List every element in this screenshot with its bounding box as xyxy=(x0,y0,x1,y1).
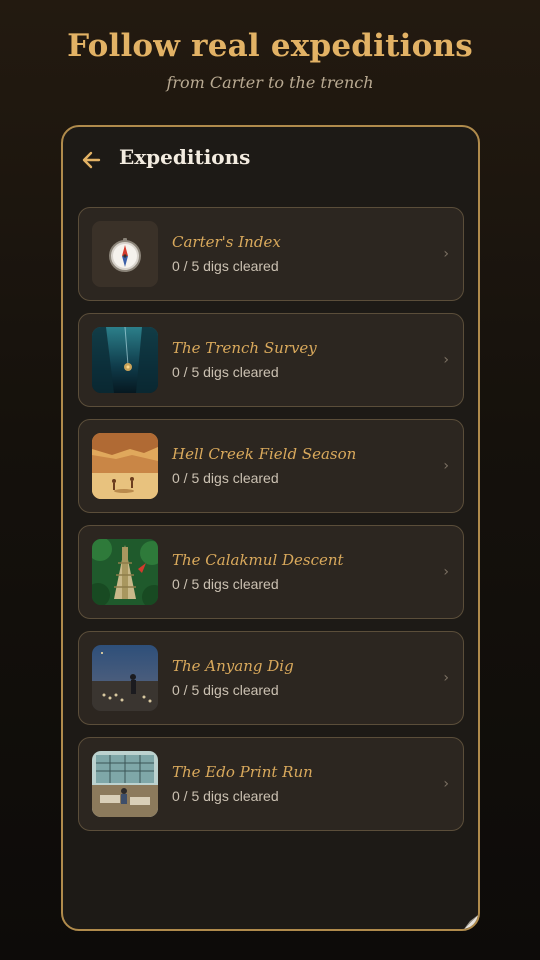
expedition-title: The Trench Survey xyxy=(172,339,317,357)
page-curl-icon xyxy=(464,915,478,929)
compass-icon xyxy=(92,221,158,287)
night-dig-image xyxy=(92,645,158,711)
page-title: Expeditions xyxy=(119,145,251,169)
expedition-progress: 0 / 5 digs cleared xyxy=(172,470,279,486)
chevron-right-icon: › xyxy=(443,776,449,792)
expedition-progress: 0 / 5 digs cleared xyxy=(172,576,279,592)
expedition-card-trench-survey[interactable]: The Trench Survey 0 / 5 digs cleared › xyxy=(78,313,464,407)
chevron-right-icon: › xyxy=(443,458,449,474)
expedition-title: The Edo Print Run xyxy=(172,763,313,781)
chevron-right-icon: › xyxy=(443,352,449,368)
expedition-title: The Anyang Dig xyxy=(172,657,294,675)
expedition-thumbnail xyxy=(92,751,158,817)
expedition-card-calakmul-descent[interactable]: The Calakmul Descent 0 / 5 digs cleared … xyxy=(78,525,464,619)
chevron-right-icon: › xyxy=(443,670,449,686)
badlands-dig-image xyxy=(92,433,158,499)
expedition-card-anyang-dig[interactable]: The Anyang Dig 0 / 5 digs cleared › xyxy=(78,631,464,725)
expedition-progress: 0 / 5 digs cleared xyxy=(172,788,279,804)
expedition-thumbnail xyxy=(92,221,158,287)
expedition-thumbnail xyxy=(92,645,158,711)
chevron-right-icon: › xyxy=(443,246,449,262)
jungle-pyramid-image xyxy=(92,539,158,605)
expedition-progress: 0 / 5 digs cleared xyxy=(172,364,279,380)
expedition-list: Carter's Index 0 / 5 digs cleared › The … xyxy=(78,207,464,843)
expedition-progress: 0 / 5 digs cleared xyxy=(172,258,279,274)
expedition-title: Carter's Index xyxy=(172,233,281,251)
hero-title: Follow real expeditions xyxy=(67,28,473,64)
expedition-thumbnail xyxy=(92,433,158,499)
arrow-left-icon xyxy=(82,151,101,169)
expedition-card-edo-print-run[interactable]: The Edo Print Run 0 / 5 digs cleared › xyxy=(78,737,464,831)
expedition-thumbnail xyxy=(92,539,158,605)
expedition-card-hell-creek[interactable]: Hell Creek Field Season 0 / 5 digs clear… xyxy=(78,419,464,513)
phone-frame: Expeditions Carter's Index 0 / 5 digs cl… xyxy=(61,125,480,931)
chevron-right-icon: › xyxy=(443,564,449,580)
hero-subtitle: from Carter to the trench xyxy=(166,73,374,92)
expedition-title: The Calakmul Descent xyxy=(172,551,344,569)
print-workshop-image xyxy=(92,751,158,817)
app-header: Expeditions xyxy=(63,127,478,193)
back-button[interactable] xyxy=(79,147,105,173)
deep-sea-image xyxy=(92,327,158,393)
expedition-thumbnail xyxy=(92,327,158,393)
expedition-progress: 0 / 5 digs cleared xyxy=(172,682,279,698)
expedition-title: Hell Creek Field Season xyxy=(172,445,357,463)
expedition-card-carters-index[interactable]: Carter's Index 0 / 5 digs cleared › xyxy=(78,207,464,301)
